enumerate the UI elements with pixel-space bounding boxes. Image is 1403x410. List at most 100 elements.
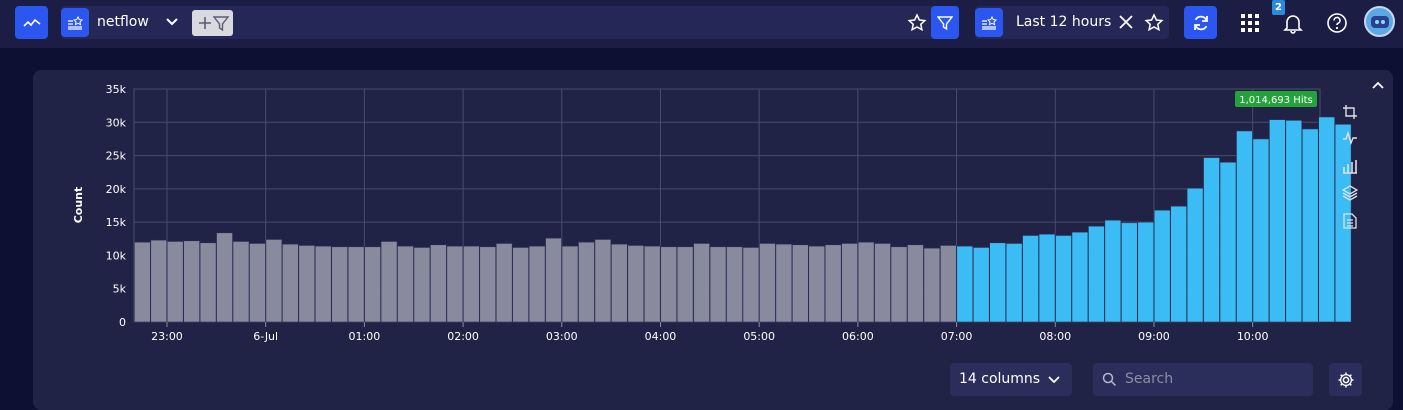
histogram-bar[interactable] [1005, 243, 1023, 323]
histogram-bar[interactable] [134, 241, 151, 323]
histogram-bar[interactable] [989, 242, 1007, 323]
histogram-bar[interactable] [150, 239, 168, 323]
histogram-bar[interactable] [232, 241, 250, 323]
histogram-bar[interactable] [1170, 205, 1187, 323]
histogram-chart[interactable]: 0 5k 10k 15k 20k 25k 30k 35k 23:00 6-Jul 01:00 02:… [0, 0, 1403, 403]
x-tick-label: 03:00 [546, 330, 578, 343]
histogram-bar[interactable] [1038, 233, 1056, 323]
histogram-bar[interactable] [282, 243, 299, 323]
histogram-bar[interactable] [759, 243, 776, 323]
y-tick-label: 30k [106, 116, 127, 129]
histogram-bar[interactable] [545, 237, 562, 323]
stacked-layers-icon[interactable] [1340, 184, 1360, 202]
histogram-bar[interactable] [775, 243, 793, 323]
histogram-bar[interactable] [199, 242, 217, 323]
histogram-bar[interactable] [1153, 209, 1171, 323]
search-field[interactable]: Search [1093, 363, 1313, 396]
histogram-bar[interactable] [1269, 119, 1286, 323]
settings-button[interactable] [1329, 363, 1362, 396]
histogram-bar[interactable] [1055, 235, 1072, 323]
histogram-bar[interactable] [430, 244, 447, 323]
document-icon[interactable] [1340, 212, 1360, 230]
histogram-bar[interactable] [331, 246, 349, 323]
histogram-bar[interactable] [446, 245, 464, 323]
x-tick-label: 08:00 [1039, 330, 1071, 343]
histogram-bar[interactable] [857, 241, 875, 323]
x-tick-label: 05:00 [743, 330, 775, 343]
histogram-bar[interactable] [462, 245, 480, 323]
histogram-bar[interactable] [166, 241, 184, 323]
columns-dropdown[interactable]: 14 columns [950, 363, 1072, 396]
collapse-chevron-up-icon[interactable] [1369, 76, 1387, 94]
histogram-bar[interactable] [561, 245, 579, 323]
histogram-bar[interactable] [660, 246, 678, 323]
line-chart-icon[interactable] [1340, 129, 1360, 147]
x-tick-label: 02:00 [447, 330, 479, 343]
histogram-bar[interactable] [413, 247, 431, 323]
histogram-bar[interactable] [183, 240, 200, 323]
histogram-bar[interactable] [693, 243, 710, 323]
histogram-bar[interactable] [479, 246, 497, 323]
x-tick-label: 6-Jul [253, 330, 278, 343]
histogram-bar[interactable] [956, 245, 974, 323]
x-tick-label: 04:00 [645, 330, 677, 343]
histogram-bar[interactable] [578, 241, 595, 323]
histogram-bar[interactable] [249, 243, 266, 323]
histogram-bar[interactable] [1121, 222, 1138, 323]
histogram-bar[interactable] [627, 245, 645, 323]
histogram-bar[interactable] [298, 245, 316, 323]
histogram-bar[interactable] [1104, 219, 1122, 323]
y-tick-label: 25k [106, 150, 127, 163]
histogram-bar[interactable] [940, 245, 957, 323]
histogram-bar[interactable] [923, 247, 941, 323]
histogram-bar[interactable] [1088, 225, 1105, 323]
histogram-bar[interactable] [1071, 231, 1089, 323]
histogram-bar[interactable] [824, 244, 842, 323]
y-tick-label: 35k [106, 83, 127, 96]
histogram-bar[interactable] [1022, 235, 1039, 323]
bar-chart-icon[interactable] [1340, 157, 1360, 175]
histogram-bar[interactable] [1186, 187, 1204, 323]
y-tick-label: 5k [113, 283, 127, 296]
search-icon [1101, 371, 1117, 387]
histogram-bar[interactable] [1219, 161, 1237, 323]
histogram-bar[interactable] [364, 246, 381, 323]
y-tick-label: 20k [106, 183, 127, 196]
histogram-bar[interactable] [874, 243, 891, 323]
histogram-bar[interactable] [791, 244, 809, 323]
histogram-bar[interactable] [709, 246, 727, 323]
histogram-bar[interactable] [611, 243, 628, 323]
histogram-bar[interactable] [216, 232, 233, 323]
histogram-bar[interactable] [314, 245, 332, 323]
histogram-bar[interactable] [972, 247, 990, 323]
columns-chevron-down-icon [1046, 372, 1062, 388]
histogram-bar[interactable] [676, 246, 694, 323]
histogram-bar[interactable] [397, 245, 414, 323]
histogram-bar[interactable] [528, 245, 546, 323]
histogram-bar[interactable] [495, 243, 513, 323]
y-tick-label: 0 [119, 316, 126, 329]
histogram-bar[interactable] [594, 239, 612, 323]
histogram-bar[interactable] [512, 247, 529, 323]
histogram-bar[interactable] [890, 246, 908, 323]
columns-dropdown-label: 14 columns [959, 371, 1041, 387]
histogram-bar[interactable] [1285, 119, 1303, 323]
y-tick-label: 15k [106, 216, 127, 229]
histogram-bar[interactable] [1137, 221, 1155, 323]
histogram-bar[interactable] [841, 243, 858, 323]
histogram-bar[interactable] [643, 245, 661, 323]
histogram-bar[interactable] [726, 246, 743, 323]
histogram-bar[interactable] [380, 241, 398, 323]
crop-selection-icon[interactable] [1340, 103, 1360, 121]
histogram-bar[interactable] [1252, 138, 1270, 323]
histogram-bar[interactable] [1203, 157, 1220, 323]
histogram-bar[interactable] [808, 245, 826, 323]
histogram-bar[interactable] [265, 239, 283, 323]
histogram-bar[interactable] [1318, 116, 1335, 323]
histogram-bar[interactable] [1236, 130, 1253, 323]
histogram-bar[interactable] [907, 244, 924, 323]
histogram-bar[interactable] [347, 246, 365, 323]
histogram-bar[interactable] [1301, 128, 1319, 323]
search-placeholder: Search [1125, 371, 1174, 387]
histogram-bar[interactable] [742, 247, 760, 323]
